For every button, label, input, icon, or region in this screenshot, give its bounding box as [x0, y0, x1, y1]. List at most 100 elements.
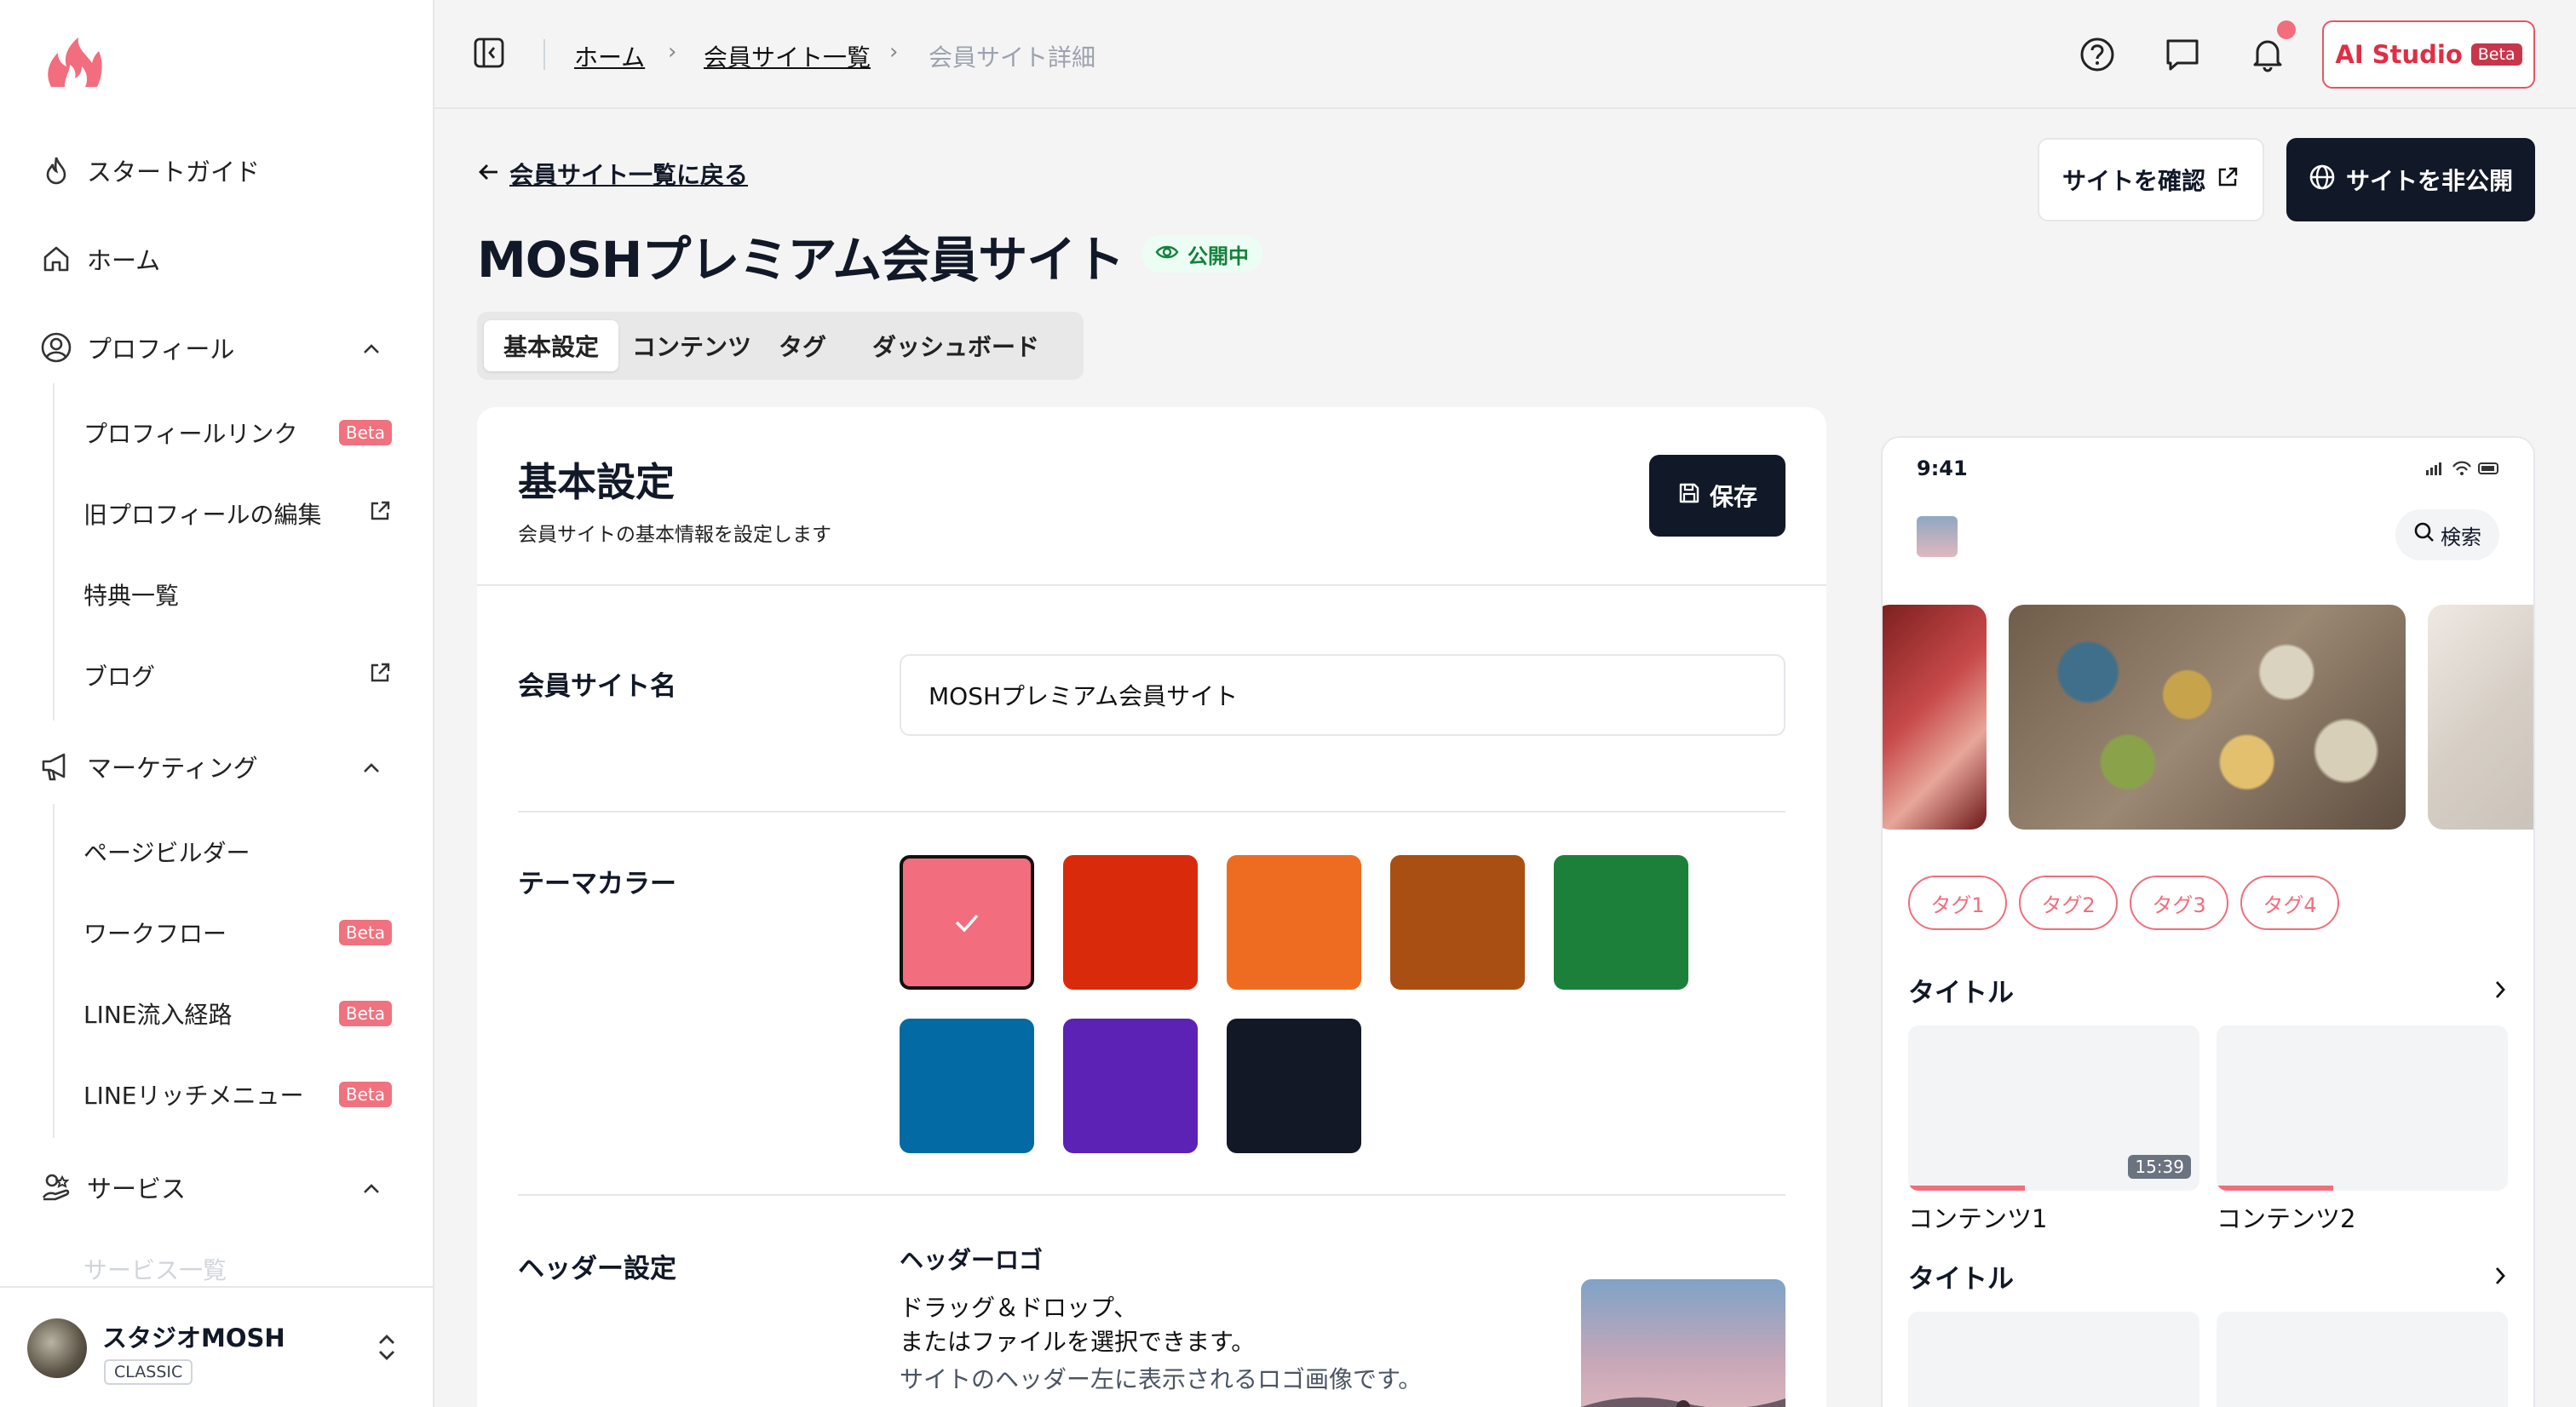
- sidebar-item-service-list[interactable]: サービス一覧: [83, 1252, 227, 1286]
- sidebar-toggle-icon[interactable]: [472, 36, 506, 73]
- mosh-flame-logo[interactable]: [44, 36, 104, 89]
- top-bar: ホーム › 会員サイト一覧 › 会員サイト詳細 AI Studio Beta: [434, 0, 2576, 109]
- theme-color-swatch[interactable]: [1390, 855, 1525, 990]
- account-name: スタジオMOSH: [102, 1324, 285, 1352]
- account-switcher[interactable]: スタジオMOSH CLASSIC: [0, 1286, 433, 1407]
- tag-chip[interactable]: タグ2: [2019, 876, 2118, 930]
- carousel-image-food[interactable]: [2009, 605, 2406, 830]
- nav-home[interactable]: ホーム: [37, 233, 160, 284]
- sidebar-item-legacy-profile[interactable]: 旧プロフィールの編集: [83, 490, 400, 537]
- globe-icon: [2309, 164, 2336, 197]
- message-icon[interactable]: [2164, 36, 2201, 77]
- chevron-up-icon[interactable]: [361, 333, 382, 362]
- tab-basic-settings[interactable]: 基本設定: [484, 320, 618, 371]
- beta-badge: Beta: [338, 1082, 392, 1107]
- sub-label: ページビルダー: [83, 839, 250, 867]
- user-circle-icon: [37, 329, 75, 366]
- section-title: タイトル: [1908, 1264, 2014, 1295]
- dropzone-text-2: またはファイルを選択できます。: [900, 1328, 1256, 1356]
- beta-badge: Beta: [338, 420, 392, 445]
- content-thumbnail[interactable]: [2217, 1312, 2508, 1407]
- notification-dot: [2277, 20, 2296, 39]
- sidebar-item-workflow[interactable]: ワークフロー Beta: [83, 909, 400, 956]
- site-name-input[interactable]: [900, 654, 1785, 736]
- flame-icon: [37, 152, 75, 189]
- site-logo-thumbnail: [1917, 516, 1958, 557]
- theme-color-swatch[interactable]: [1063, 1019, 1198, 1153]
- chevron-up-down-icon[interactable]: [375, 1330, 399, 1368]
- theme-color-swatch[interactable]: [1227, 1019, 1361, 1153]
- home-icon: [37, 240, 75, 278]
- sidebar-item-blog[interactable]: ブログ: [83, 652, 400, 699]
- search-label: 検索: [2441, 525, 2481, 549]
- external-link-icon: [368, 499, 392, 529]
- bell-icon[interactable]: [2249, 36, 2286, 77]
- header-logo-dropzone[interactable]: ドラッグ＆ドロップ、 またはファイルを選択できます。: [900, 1291, 1547, 1359]
- nav-label: スタートガイド: [87, 158, 261, 187]
- save-label: 保存: [1709, 483, 1757, 511]
- status-label: 公開中: [1187, 244, 1249, 268]
- eye-icon: [1155, 242, 1179, 266]
- beta-badge: Beta: [338, 920, 392, 945]
- sidebar-item-line-rich-menu[interactable]: LINEリッチメニュー Beta: [83, 1071, 400, 1118]
- header-logo-preview[interactable]: [1581, 1279, 1785, 1407]
- search-button[interactable]: 検索: [2395, 509, 2499, 560]
- help-icon[interactable]: [2079, 36, 2116, 77]
- service-icon: [37, 1169, 75, 1206]
- theme-color-swatch[interactable]: [900, 855, 1034, 990]
- content-thumbnail[interactable]: [2217, 1025, 2508, 1191]
- nav-start-guide[interactable]: スタートガイド: [37, 145, 260, 196]
- chevron-up-icon[interactable]: [361, 752, 382, 781]
- content-thumbnail[interactable]: [1908, 1312, 2199, 1407]
- theme-color-swatch[interactable]: [1227, 855, 1361, 990]
- content-title: コンテンツ1: [1908, 1204, 2048, 1233]
- arrow-left-icon: [477, 160, 501, 188]
- breadcrumb-member-sites[interactable]: 会員サイト一覧: [704, 39, 871, 73]
- back-link[interactable]: 会員サイト一覧に戻る: [477, 157, 748, 191]
- theme-color-swatch[interactable]: [1554, 855, 1688, 990]
- page-title: MOSHプレミアム会員サイト: [477, 231, 1124, 289]
- theme-color-swatch[interactable]: [900, 1019, 1034, 1153]
- content-thumbnail[interactable]: 15:39: [1908, 1025, 2199, 1191]
- sidebar-item-page-builder[interactable]: ページビルダー: [83, 828, 400, 876]
- tag-chip[interactable]: タグ1: [1908, 876, 2007, 930]
- save-button[interactable]: 保存: [1649, 455, 1785, 537]
- nav-profile[interactable]: プロフィール: [37, 322, 379, 373]
- carousel-image-desk[interactable]: [2428, 605, 2533, 830]
- sub-label: 特典一覧: [83, 582, 180, 610]
- unpublish-site-button[interactable]: サイトを非公開: [2286, 138, 2535, 221]
- view-site-button[interactable]: サイトを確認: [2038, 138, 2264, 221]
- megaphone-icon: [37, 748, 75, 785]
- avatar: [27, 1318, 87, 1378]
- sidebar-item-perks[interactable]: 特典一覧: [83, 571, 400, 618]
- sidebar-item-line-route[interactable]: LINE流入経路 Beta: [83, 990, 400, 1037]
- sub-label: ブログ: [83, 663, 156, 691]
- divider: [477, 584, 1826, 586]
- chevron-right-icon[interactable]: [2493, 1264, 2508, 1291]
- tab-contents[interactable]: コンテンツ: [625, 320, 758, 371]
- section-title: 基本設定: [518, 459, 675, 505]
- submenu-line: [53, 383, 55, 721]
- tag-chip[interactable]: タグ3: [2130, 876, 2228, 930]
- status-badge: 公開中: [1141, 235, 1262, 273]
- breadcrumb-home[interactable]: ホーム: [574, 39, 645, 73]
- sub-label: 旧プロフィールの編集: [83, 501, 322, 529]
- nav-service[interactable]: サービス: [37, 1162, 379, 1213]
- nav-marketing[interactable]: マーケティング: [37, 741, 379, 792]
- sidebar-item-profile-link[interactable]: プロフィールリンク Beta: [83, 409, 400, 457]
- external-link-icon: [368, 661, 392, 691]
- external-link-icon: [2216, 165, 2240, 195]
- section-title: タイトル: [1908, 978, 2014, 1008]
- nav-label: サービス: [87, 1174, 187, 1203]
- theme-color-swatch[interactable]: [1063, 855, 1198, 990]
- ai-studio-button[interactable]: AI Studio Beta: [2322, 20, 2535, 89]
- search-icon: [2413, 521, 2435, 548]
- chevron-up-icon[interactable]: [361, 1173, 382, 1202]
- chevron-right-icon[interactable]: [2493, 978, 2508, 1005]
- tab-dashboard[interactable]: ダッシュボード: [848, 320, 1063, 371]
- tag-chip[interactable]: タグ4: [2240, 876, 2339, 930]
- back-link-label: 会員サイト一覧に戻る: [509, 161, 749, 189]
- carousel-image-meat[interactable]: [1883, 605, 1987, 830]
- breadcrumb-current: 会員サイト詳細: [929, 43, 1096, 72]
- tab-tags[interactable]: タグ: [763, 320, 842, 371]
